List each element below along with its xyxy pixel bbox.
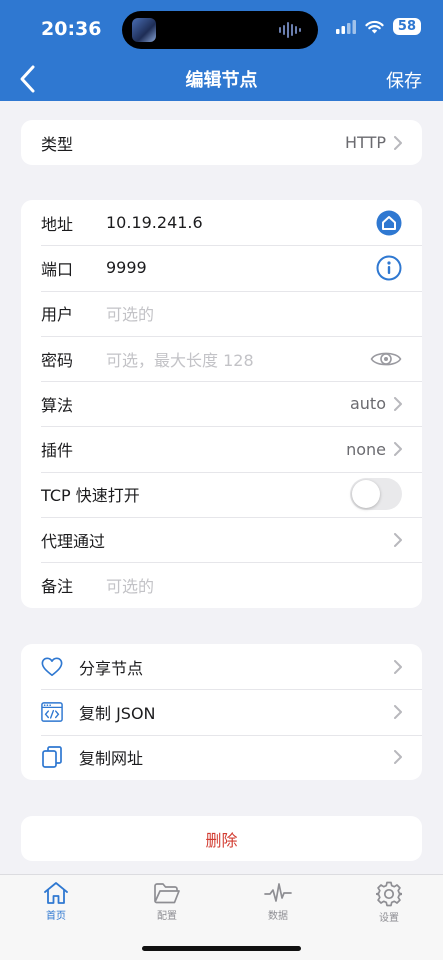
tab-home[interactable]: 首页 — [26, 881, 86, 922]
tab-data[interactable]: 数据 — [248, 881, 308, 922]
code-window-icon — [41, 700, 63, 724]
gear-icon — [376, 881, 402, 907]
status-indicators: 58 — [335, 18, 421, 35]
page-title: 编辑节点 — [185, 70, 258, 91]
tab-data-label: 数据 — [268, 911, 288, 922]
chevron-right-icon — [394, 750, 402, 765]
cellular-signal-icon — [335, 19, 356, 34]
tab-settings-label: 设置 — [379, 913, 399, 924]
header: 20:36 58 编辑节点 保存 — [0, 0, 443, 101]
copy-url-label: 复制网址 — [79, 749, 144, 769]
type-row[interactable]: 类型 HTTP — [21, 120, 422, 165]
tab-settings[interactable]: 设置 — [359, 881, 419, 924]
note-label: 备注 — [41, 577, 74, 597]
plugin-row[interactable]: 插件 none — [21, 426, 422, 471]
fields-card: 地址 10.19.241.6 端口 9999 用户 可选的 密码 可选，最大长度… — [21, 200, 422, 608]
folder-icon — [154, 883, 180, 904]
copy-json-row[interactable]: 复制 JSON — [21, 689, 422, 734]
home-indicator — [142, 946, 301, 951]
user-label: 用户 — [41, 305, 74, 325]
user-input[interactable]: 可选的 — [106, 301, 154, 325]
user-row[interactable]: 用户 可选的 — [21, 290, 422, 336]
tab-home-label: 首页 — [46, 911, 66, 922]
copy-json-label: 复制 JSON — [79, 703, 156, 723]
chevron-right-icon — [394, 396, 402, 411]
port-label: 端口 — [41, 259, 74, 279]
algorithm-row[interactable]: 算法 auto — [21, 381, 422, 426]
delete-label: 删除 — [205, 830, 238, 850]
share-node-label: 分享节点 — [79, 658, 144, 678]
proxy-via-row[interactable]: 代理通过 — [21, 517, 422, 562]
address-label: 地址 — [41, 214, 74, 234]
port-value[interactable]: 9999 — [106, 258, 147, 277]
algorithm-value: auto — [349, 394, 386, 414]
actions-card: 分享节点 复制 JSON 复制网址 — [21, 644, 422, 780]
wifi-icon — [365, 20, 384, 33]
chevron-right-icon — [394, 659, 402, 674]
address-value[interactable]: 10.19.241.6 — [106, 213, 203, 232]
algorithm-label: 算法 — [41, 395, 74, 415]
type-card: 类型 HTTP — [21, 120, 422, 166]
info-icon[interactable] — [376, 255, 402, 281]
type-value: HTTP — [345, 133, 386, 153]
address-row[interactable]: 地址 10.19.241.6 — [21, 200, 422, 245]
chevron-right-icon — [394, 532, 402, 547]
password-row[interactable]: 密码 可选，最大长度 128 — [21, 335, 422, 381]
type-label: 类型 — [41, 134, 74, 154]
copy-icon — [41, 745, 63, 769]
save-button[interactable]: 保存 — [386, 67, 422, 93]
note-input[interactable]: 可选的 — [106, 573, 154, 597]
battery-level: 58 — [392, 18, 421, 35]
tab-config-label: 配置 — [157, 911, 177, 922]
tcp-fast-open-toggle[interactable] — [350, 478, 402, 511]
chevron-right-icon — [394, 704, 402, 719]
share-node-row[interactable]: 分享节点 — [21, 644, 422, 689]
plugin-value: none — [346, 439, 386, 459]
tcp-fast-open-label: TCP 快速打开 — [41, 486, 140, 506]
status-time: 20:36 — [41, 18, 102, 40]
proxy-via-label: 代理通过 — [41, 531, 106, 551]
pulse-icon — [264, 883, 292, 902]
toggle-knob — [352, 480, 380, 509]
home-icon — [44, 882, 68, 904]
home-circle-icon[interactable] — [376, 210, 402, 236]
password-label: 密码 — [41, 350, 74, 370]
chevron-right-icon — [394, 135, 402, 150]
tcp-fast-open-row: TCP 快速打开 — [21, 471, 422, 517]
copy-url-row[interactable]: 复制网址 — [21, 734, 422, 780]
port-row[interactable]: 端口 9999 — [21, 245, 422, 290]
heart-icon — [41, 655, 63, 679]
dynamic-island — [122, 11, 318, 49]
audio-wave-icon — [279, 22, 301, 38]
delete-button[interactable]: 删除 — [21, 816, 422, 861]
password-input[interactable]: 可选，最大长度 128 — [106, 347, 254, 371]
plugin-label: 插件 — [41, 441, 74, 461]
eye-icon[interactable] — [370, 349, 402, 369]
note-row[interactable]: 备注 可选的 — [21, 562, 422, 607]
tab-config[interactable]: 配置 — [137, 881, 197, 922]
now-playing-thumbnail — [132, 18, 156, 42]
chevron-right-icon — [394, 442, 402, 457]
